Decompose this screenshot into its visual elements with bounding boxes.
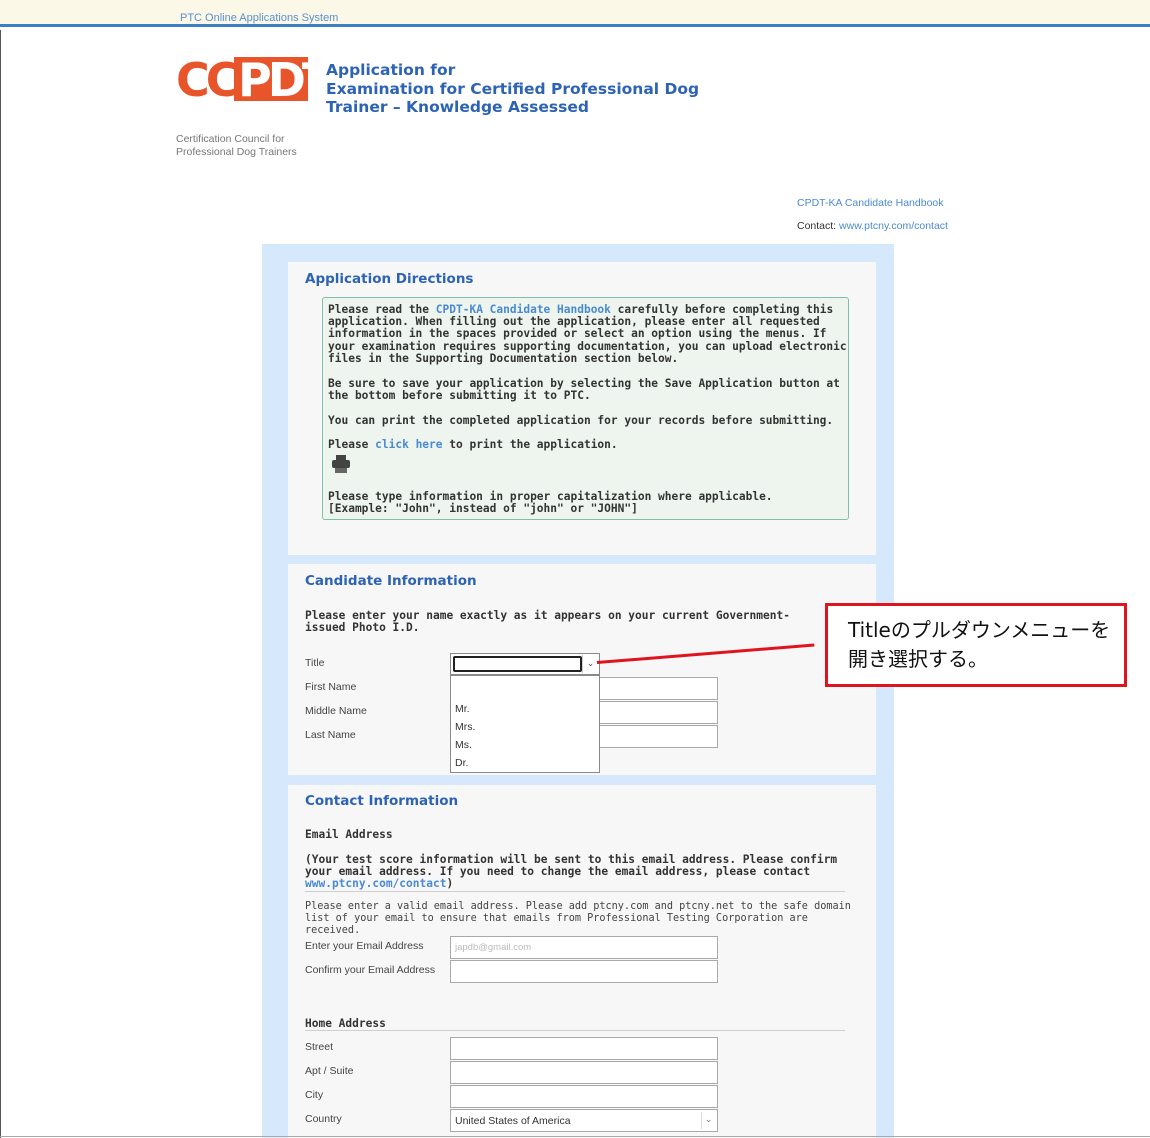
divider xyxy=(305,891,845,892)
left-border xyxy=(0,30,1,1138)
confirm-email-input[interactable] xyxy=(450,960,718,983)
candidate-intro: Please enter your name exactly as it app… xyxy=(305,609,790,635)
confirm-email-label: Confirm your Email Address xyxy=(305,964,436,976)
country-label: Country xyxy=(305,1113,342,1125)
bottom-border xyxy=(0,1136,1150,1137)
email-note-link[interactable]: www.ptcny.com/contact xyxy=(305,877,446,890)
printer-icon-body xyxy=(332,460,350,468)
apt-input[interactable] xyxy=(450,1061,718,1084)
system-title: PTC Online Applications System xyxy=(180,12,339,24)
contact-link[interactable]: www.ptcny.com/contact xyxy=(839,220,948,232)
contact-label: Contact: xyxy=(797,220,837,232)
email-label: Enter your Email Address xyxy=(305,940,424,952)
logo-mark-box: PDT xyxy=(234,55,333,105)
email-note-post: ) xyxy=(446,877,454,891)
title-select[interactable]: ⌄ xyxy=(450,653,600,675)
title-dropdown-list: Mr. Mrs. Ms. Dr. xyxy=(450,675,600,773)
callout-box: Titleのプルダウンメニューを開き選択する。 xyxy=(825,603,1127,687)
directions-paragraph-3: You can print the completed application … xyxy=(328,414,834,427)
apt-label: Apt / Suite xyxy=(305,1065,354,1077)
chevron-down-icon[interactable]: ⌄ xyxy=(701,1112,715,1129)
logo-subtitle: Certification Council for Professional D… xyxy=(176,133,326,159)
logo-mark-right: PDT xyxy=(238,53,333,107)
handbook-link[interactable]: CPDT-KA Candidate Handbook xyxy=(797,197,944,209)
email-note: (Your test score information will be sen… xyxy=(305,853,850,891)
email-input-value: japdb@gmail.com xyxy=(455,942,532,953)
middle-name-label: Middle Name xyxy=(305,705,367,717)
email-input[interactable]: japdb@gmail.com xyxy=(450,936,718,959)
title-option-dr[interactable]: Dr. xyxy=(455,757,468,769)
directions-p4-post: to print the application. xyxy=(442,438,618,451)
handbook-inline-link[interactable]: CPDT-KA Candidate Handbook xyxy=(436,303,611,316)
logo-subtitle-line1: Certification Council for xyxy=(176,133,285,145)
title-option-mrs[interactable]: Mrs. xyxy=(455,721,475,733)
logo-subtitle-line2: Professional Dog Trainers xyxy=(176,146,297,158)
directions-paragraph-2: Be sure to save your application by sele… xyxy=(328,377,840,403)
last-name-label: Last Name xyxy=(305,729,356,741)
directions-title: Application Directions xyxy=(305,271,474,287)
chevron-down-icon[interactable]: ⌄ xyxy=(582,655,598,673)
printer-icon-tray xyxy=(335,468,347,473)
page-title-line1: Application for xyxy=(326,61,456,79)
email-heading: Email Address xyxy=(305,828,393,841)
divider xyxy=(305,1030,845,1031)
email-help: Please enter a valid email address. Plea… xyxy=(305,901,851,936)
contact-line: Contact: www.ptcny.com/contact xyxy=(797,220,948,232)
page-title: Application for Examination for Certifie… xyxy=(326,61,746,117)
street-label: Street xyxy=(305,1041,334,1053)
title-select-focus xyxy=(453,656,582,672)
top-bar: PTC Online Applications System xyxy=(0,0,1150,27)
callout-text: Titleのプルダウンメニューを開き選択する。 xyxy=(848,618,1111,671)
directions-p4-pre: Please xyxy=(328,438,376,451)
directions-p1-pre: Please read the xyxy=(328,303,436,316)
email-note-pre: (Your test score information will be sen… xyxy=(305,853,838,879)
city-label: City xyxy=(305,1089,324,1101)
contact-title: Contact Information xyxy=(305,793,459,809)
logo-mark-left: CC xyxy=(176,53,240,107)
country-select-value: United States of America xyxy=(455,1115,571,1127)
first-name-label: First Name xyxy=(305,681,357,693)
page-title-line3: Trainer – Knowledge Assessed xyxy=(326,98,589,116)
directions-paragraph-6: [Example: "John", instead of "john" or "… xyxy=(328,502,638,515)
directions-paragraph-4: Please click here to print the applicati… xyxy=(328,438,848,451)
title-option-ms[interactable]: Ms. xyxy=(455,739,472,751)
printer-icon[interactable] xyxy=(332,455,350,473)
title-option-mr[interactable]: Mr. xyxy=(455,703,470,715)
home-address-heading: Home Address xyxy=(305,1017,386,1030)
ccpdt-logo: CC PDT Certification Council for Profess… xyxy=(176,53,333,165)
country-select[interactable]: United States of America ⌄ xyxy=(450,1109,718,1132)
street-input[interactable] xyxy=(450,1037,718,1060)
candidate-title: Candidate Information xyxy=(305,573,477,589)
print-link[interactable]: click here xyxy=(375,438,442,451)
title-label: Title xyxy=(305,657,325,669)
page-title-line2: Examination for Certified Professional D… xyxy=(326,79,700,98)
city-input[interactable] xyxy=(450,1085,718,1108)
directions-paragraph-1: Please read the CPDT-KA Candidate Handbo… xyxy=(328,303,848,365)
